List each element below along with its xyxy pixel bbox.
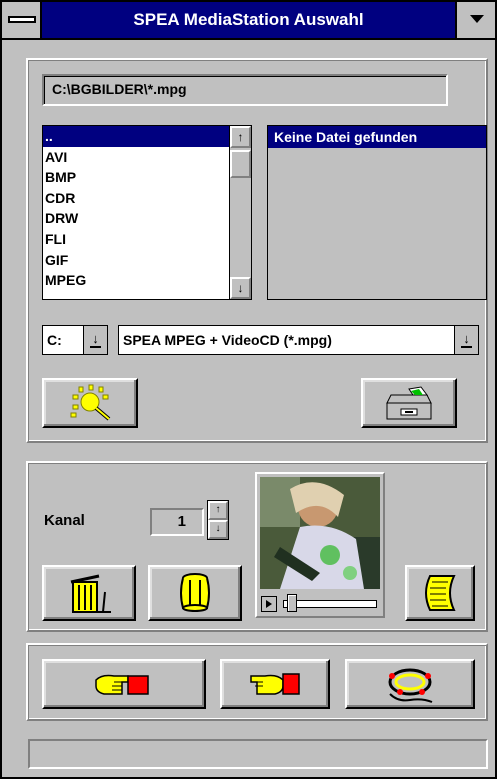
chevron-down-icon[interactable]: ↓ [454,326,478,354]
channel-spinner[interactable]: ↑ ↓ [207,500,229,540]
directory-list-item[interactable]: FLI [43,229,229,250]
title-bar[interactable]: SPEA MediaStation Auswahl [2,2,495,40]
search-button[interactable] [42,378,138,428]
minimize-arrow-icon [470,15,484,23]
scroll-thumb[interactable] [230,150,251,178]
file-list-item[interactable]: Keine Datei gefunden [268,126,486,148]
drive-select[interactable]: C: ↓ [42,325,108,355]
channel-label: Kanal [44,512,85,529]
directory-list[interactable]: .. AVI BMP CDR DRW FLI GIF MPEG ↑ ↓ [42,125,252,300]
directory-list-item[interactable]: GIF [43,250,229,271]
drive-select-value: C: [47,332,62,348]
position-slider-thumb[interactable] [287,594,297,612]
barrel-button[interactable] [148,565,242,621]
spin-down-button[interactable]: ↓ [208,520,228,539]
directory-list-items: .. AVI BMP CDR DRW FLI GIF MPEG [43,126,229,291]
directory-list-item[interactable]: CDR [43,188,229,209]
spin-up-button[interactable]: ↑ [208,501,228,520]
directory-list-item[interactable]: BMP [43,167,229,188]
system-menu-icon [8,16,36,23]
file-type-select-value: SPEA MPEG + VideoCD (*.mpg) [123,332,332,348]
file-list[interactable]: Keine Datei gefunden [267,125,487,300]
directory-list-scrollbar[interactable]: ↑ ↓ [229,126,251,299]
directory-list-item[interactable]: DRW [43,208,229,229]
lifebuoy-icon [388,668,433,703]
path-display: C:\BGBILDER\*.mpg [42,74,448,106]
scroll-icon [425,575,456,611]
directory-list-item[interactable]: AVI [43,147,229,168]
ok-button[interactable] [42,659,206,709]
file-drawer-icon [386,386,432,420]
help-button[interactable] [345,659,475,709]
main-window: SPEA MediaStation Auswahl C:\BGBILDER\*.… [0,0,497,779]
file-type-select[interactable]: SPEA MPEG + VideoCD (*.mpg) ↓ [118,325,479,355]
scroll-button[interactable] [405,565,475,621]
barrel-icon [180,573,210,612]
cancel-button[interactable] [220,659,330,709]
hand-left-icon [250,673,300,695]
preview-image [260,477,380,589]
directory-list-item[interactable]: MPEG [43,270,229,291]
chevron-down-icon[interactable]: ↓ [83,326,107,354]
scroll-up-button[interactable]: ↑ [230,126,251,148]
directory-list-item[interactable]: .. [43,126,229,147]
play-button[interactable] [261,596,277,612]
video-preview [255,472,385,618]
hand-right-icon [95,674,149,695]
scroll-down-button[interactable]: ↓ [230,277,251,299]
sun-magnifier-icon [70,384,111,421]
minimize-button[interactable] [455,2,495,38]
position-slider-track[interactable] [283,600,377,608]
status-bar [28,739,488,769]
window-title: SPEA MediaStation Auswahl [133,10,364,29]
channel-value[interactable]: 1 [150,508,204,536]
open-button[interactable] [361,378,457,428]
trash-can-icon [70,574,111,613]
video-frame-icon [260,477,380,589]
delete-button[interactable] [42,565,136,621]
system-menu-button[interactable] [2,2,42,38]
